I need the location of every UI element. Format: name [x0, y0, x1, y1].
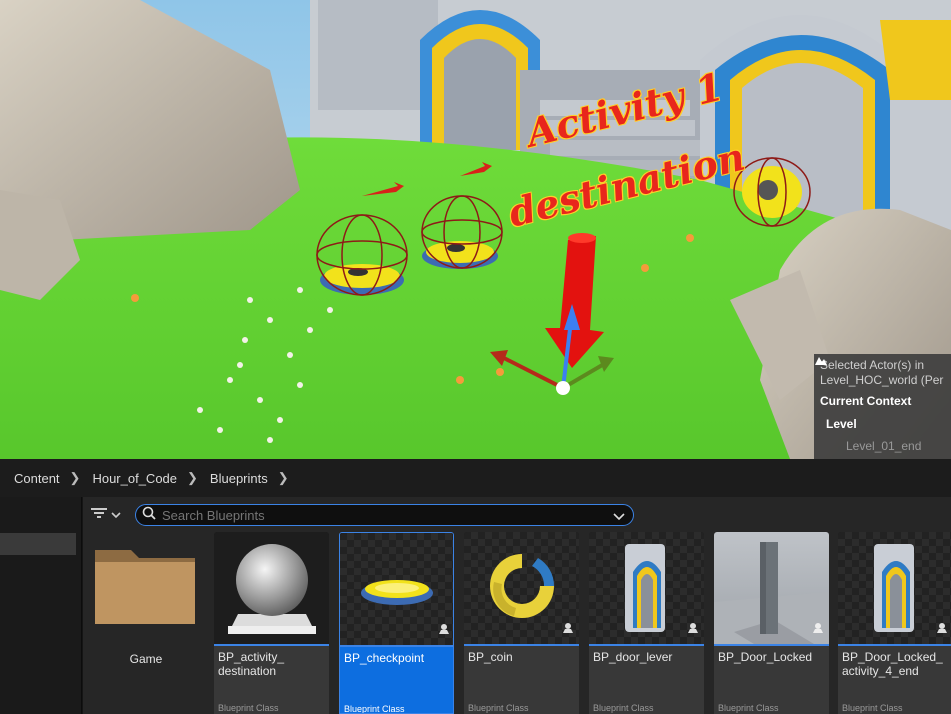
asset-info: BP_Door_Locked_ activity_4_end Blueprint… — [838, 646, 951, 714]
asset-name: BP_coin — [468, 650, 513, 664]
chevron-right-icon[interactable]: ❯ — [278, 470, 301, 486]
breadcrumb-hour-of-code[interactable]: Hour_of_Code — [92, 471, 187, 486]
asset-name: BP_activity_ destination — [218, 650, 285, 678]
selected-actors-line2: Level_HOC_world (Per — [820, 373, 944, 387]
chevron-right-icon[interactable]: ❯ — [70, 470, 93, 486]
selected-actor-panel: Selected Actor(s) in Level_HOC_world (Pe… — [814, 354, 951, 459]
current-context-title: Current Context — [820, 394, 912, 408]
breadcrumb-blueprints[interactable]: Blueprints — [210, 471, 278, 486]
asset-tile[interactable]: BP_Door_Locked Blueprint Class — [714, 532, 829, 714]
asset-type-label: Blueprint Class — [218, 703, 279, 713]
viewport-scene — [0, 0, 951, 459]
asset-type-label: Blueprint Class — [718, 703, 779, 713]
blueprint-class-icon — [935, 621, 949, 640]
asset-tile[interactable]: BP_coin Blueprint Class — [464, 532, 579, 714]
asset-thumbnail — [464, 532, 579, 644]
asset-content-area: Game BP_activity_ destination Blueprint … — [83, 497, 951, 714]
context-level-name: Level_01_end — [846, 439, 922, 453]
asset-tile[interactable]: BP_Door_Locked_ activity_4_end Blueprint… — [838, 532, 951, 714]
folder-icon — [91, 550, 201, 636]
asset-thumbnail — [589, 532, 704, 644]
chevron-down-icon[interactable] — [613, 508, 625, 526]
asset-name: BP_Door_Locked — [718, 650, 813, 664]
asset-thumbnail — [714, 532, 829, 644]
asset-thumbnail — [340, 533, 453, 645]
asset-type-label: Blueprint Class — [344, 704, 405, 714]
level-viewport[interactable]: Activity 1 destination Selected Actor(s)… — [0, 0, 951, 459]
search-input[interactable] — [162, 507, 602, 523]
asset-thumbnail — [838, 532, 951, 644]
asset-type-label: Blueprint Class — [593, 703, 654, 713]
chevron-right-icon[interactable]: ❯ — [187, 470, 210, 486]
selected-actors-line1: Selected Actor(s) in — [820, 358, 925, 372]
blueprint-class-icon — [561, 621, 575, 640]
search-icon — [142, 506, 156, 525]
asset-name: BP_checkpoint — [344, 651, 425, 665]
folder-name: Game — [129, 652, 163, 666]
asset-info: BP_activity_ destination Blueprint Class — [214, 646, 329, 714]
asset-info: BP_door_lever Blueprint Class — [589, 646, 704, 714]
folder-tree-panel — [0, 497, 82, 714]
asset-type-label: Blueprint Class — [842, 703, 903, 713]
breadcrumb-content[interactable]: Content — [14, 471, 70, 486]
breadcrumb: Content ❯ Hour_of_Code ❯ Blueprints ❯ — [0, 459, 951, 497]
folder-tree-selected-item[interactable] — [0, 533, 76, 555]
asset-info: BP_checkpoint Blueprint Class — [340, 647, 453, 714]
context-level-label: Level — [826, 417, 857, 431]
asset-tile[interactable]: BP_door_lever Blueprint Class — [589, 532, 704, 714]
asset-info: BP_Door_Locked Blueprint Class — [714, 646, 829, 714]
blueprint-class-icon — [686, 621, 700, 640]
blueprint-class-icon — [437, 622, 451, 641]
filter-button[interactable] — [91, 506, 127, 524]
asset-name: BP_Door_Locked_ activity_4_end — [842, 650, 943, 678]
asset-tile[interactable]: BP_checkpoint Blueprint Class — [339, 532, 454, 714]
asset-thumbnail — [214, 532, 329, 644]
asset-tile[interactable]: BP_activity_ destination Blueprint Class — [214, 532, 329, 714]
blueprint-class-icon — [811, 621, 825, 640]
asset-type-label: Blueprint Class — [468, 703, 529, 713]
asset-name: BP_door_lever — [593, 650, 673, 664]
filter-icon — [91, 506, 107, 524]
asset-info: BP_coin Blueprint Class — [464, 646, 579, 714]
folder-item[interactable]: Game — [91, 532, 201, 714]
context-level-row[interactable]: Level — [815, 357, 945, 432]
chevron-down-icon — [111, 506, 121, 524]
search-box[interactable] — [135, 504, 634, 526]
